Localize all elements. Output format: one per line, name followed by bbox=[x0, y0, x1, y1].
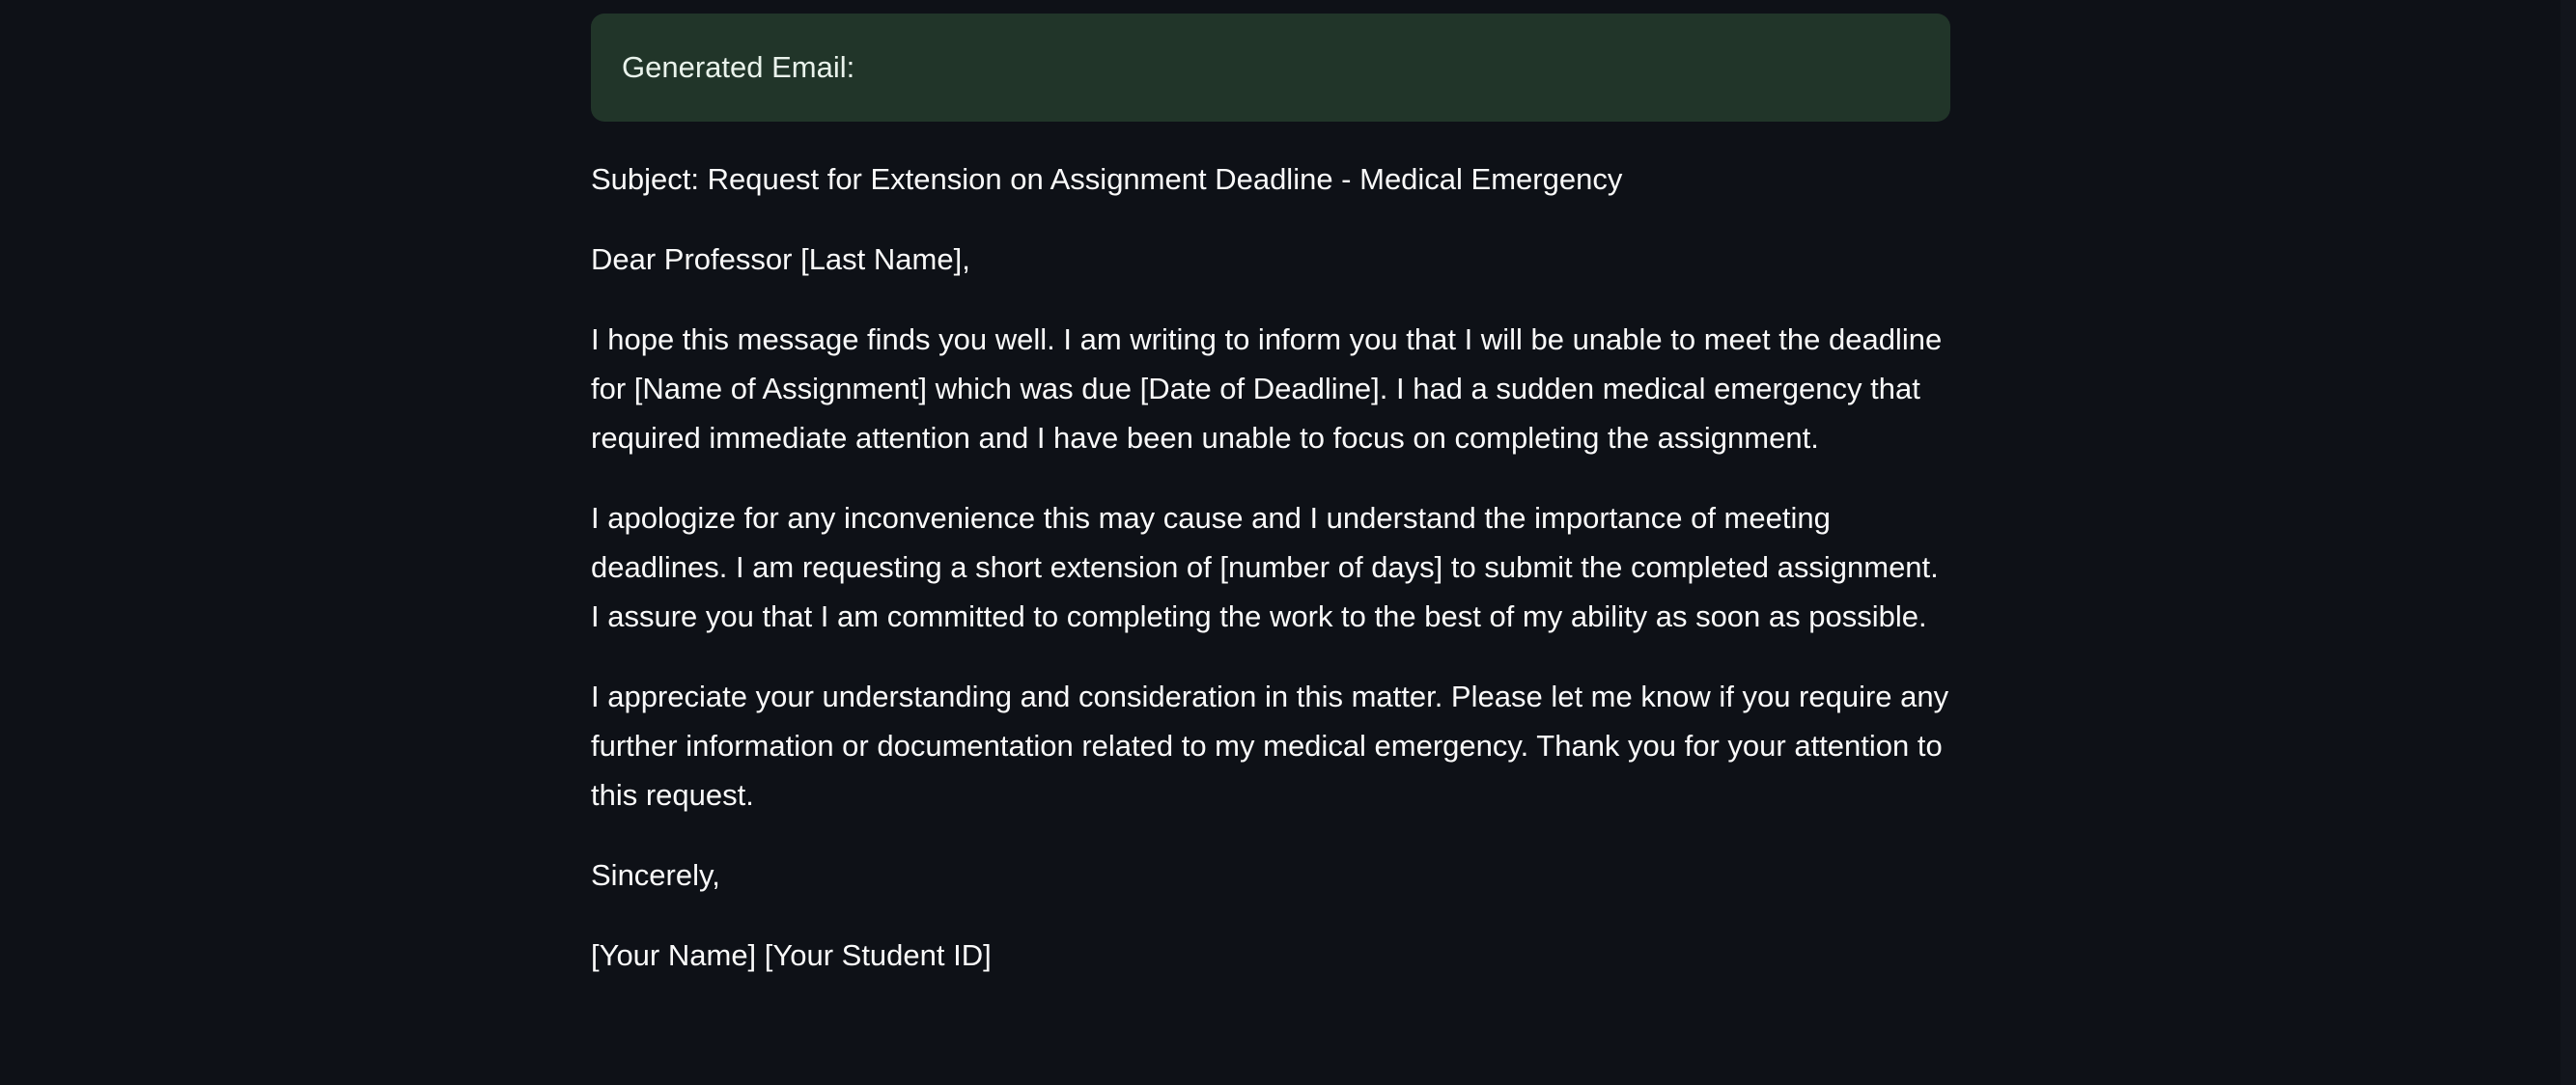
email-subject: Subject: Request for Extension on Assign… bbox=[591, 162, 1623, 196]
alert-label: Generated Email: bbox=[622, 50, 855, 84]
email-closing: Sincerely, bbox=[591, 858, 720, 892]
email-signature: [Your Name] [Your Student ID] bbox=[591, 938, 992, 972]
scrollbar-track[interactable] bbox=[2561, 0, 2576, 1085]
email-greeting: Dear Professor [Last Name], bbox=[591, 242, 970, 276]
email-paragraph-1: I hope this message finds you well. I am… bbox=[591, 322, 1943, 455]
success-alert: Generated Email: bbox=[591, 14, 1950, 122]
app-page: Generated Email: Subject: Request for Ex… bbox=[0, 0, 2576, 1085]
main-content: Generated Email: Subject: Request for Ex… bbox=[591, 14, 1950, 1011]
email-paragraph-3: I appreciate your understanding and cons… bbox=[591, 680, 1949, 812]
generated-email: Subject: Request for Extension on Assign… bbox=[591, 154, 1950, 980]
email-paragraph-2: I apologize for any inconvenience this m… bbox=[591, 501, 1939, 633]
